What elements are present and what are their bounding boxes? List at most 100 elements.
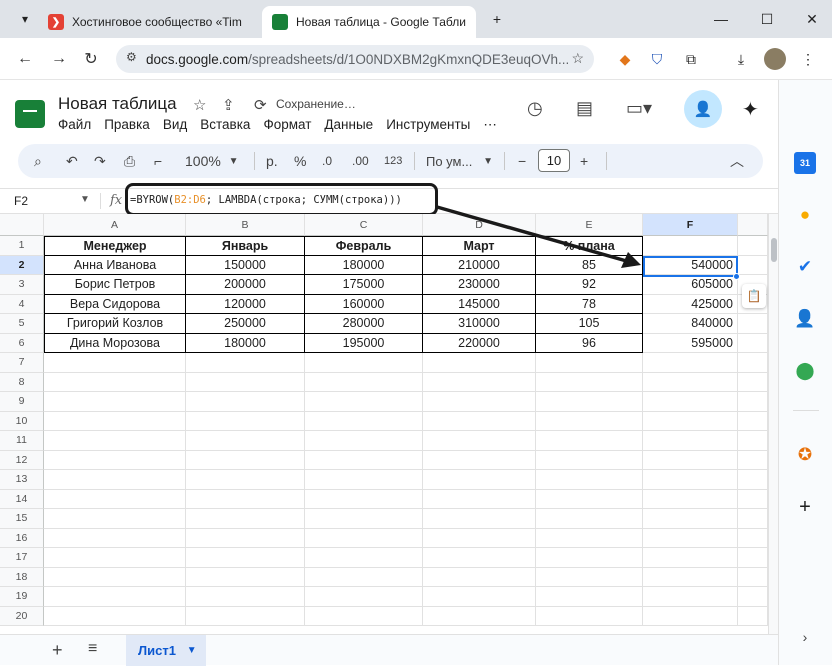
cell-d2[interactable]: 210000 [423,256,536,276]
row-header[interactable]: 7 [0,353,44,373]
cell-c3[interactable]: 175000 [305,275,423,295]
tab-search-icon[interactable]: ▾ [10,8,40,30]
cell-d17[interactable] [423,548,536,568]
cell-f11[interactable] [643,431,738,451]
cell-a10[interactable] [44,412,186,432]
cell-e1[interactable]: % плана [536,236,643,256]
cell-c13[interactable] [305,470,423,490]
version-history-icon[interactable]: ◷ [527,98,543,119]
row-header[interactable]: 17 [0,548,44,568]
cell-b3[interactable]: 200000 [186,275,305,295]
cell-e20[interactable] [536,607,643,627]
column-header-e[interactable]: E [536,214,643,236]
row-header[interactable]: 5 [0,314,44,334]
cell-b13[interactable] [186,470,305,490]
cell-e16[interactable] [536,529,643,549]
cell-a14[interactable] [44,490,186,510]
new-tab-button[interactable]: + [482,8,512,30]
cell-f20[interactable] [643,607,738,627]
name-box[interactable]: F2 [14,194,28,208]
cell[interactable] [738,373,768,393]
row-header[interactable]: 10 [0,412,44,432]
cell-e17[interactable] [536,548,643,568]
chevron-down-icon[interactable]: ▼ [80,194,90,205]
select-all-corner[interactable] [0,214,44,236]
cell[interactable] [738,431,768,451]
cell-f14[interactable] [643,490,738,510]
cell-d16[interactable] [423,529,536,549]
cell-a17[interactable] [44,548,186,568]
row-header[interactable]: 18 [0,568,44,588]
browser-tab[interactable]: ❯ Хостинговое сообщество «Tim [38,6,258,38]
column-header-a[interactable]: A [44,214,186,236]
row-header[interactable]: 11 [0,431,44,451]
collapse-toolbar-icon[interactable]: ︿ [730,152,744,170]
cell-b1[interactable]: Январь [186,236,305,256]
cell[interactable] [738,470,768,490]
cell-f4[interactable]: 425000 [643,295,738,315]
cell-c17[interactable] [305,548,423,568]
cell-a20[interactable] [44,607,186,627]
cell-a1[interactable]: Менеджер [44,236,186,256]
share-button[interactable]: 👤 [684,90,722,128]
cell-c20[interactable] [305,607,423,627]
cell-a6[interactable]: Дина Морозова [44,334,186,354]
metamask-extension-icon[interactable]: ◆ [614,48,636,70]
row-header[interactable]: 13 [0,470,44,490]
site-info-icon[interactable]: ⚙ [126,50,137,64]
cell-f13[interactable] [643,470,738,490]
cell-f6[interactable]: 595000 [643,334,738,354]
bookmark-star-icon[interactable]: ☆ [571,50,584,67]
cell[interactable] [738,548,768,568]
cell-a15[interactable] [44,509,186,529]
cell-e15[interactable] [536,509,643,529]
row-header[interactable]: 3 [0,275,44,295]
star-icon[interactable]: ☆ [193,96,206,114]
shield-extension-icon[interactable]: ⛉ [646,48,668,70]
menu-file[interactable]: Файл [58,117,91,133]
minimize-button[interactable]: — [706,8,736,30]
cell-e19[interactable] [536,587,643,607]
cell-b9[interactable] [186,392,305,412]
column-header-d[interactable]: D [423,214,536,236]
document-title[interactable]: Новая таблица [58,94,177,114]
cell-e11[interactable] [536,431,643,451]
cell[interactable] [738,607,768,627]
cell-e2[interactable]: 85 [536,256,643,276]
cell-a7[interactable] [44,353,186,373]
cell-d15[interactable] [423,509,536,529]
currency-format-button[interactable]: р. [266,152,278,170]
row-header[interactable]: 14 [0,490,44,510]
cell-e7[interactable] [536,353,643,373]
cell-e5[interactable]: 105 [536,314,643,334]
cell-b6[interactable]: 180000 [186,334,305,354]
row-header[interactable]: 8 [0,373,44,393]
increase-font-size-button[interactable]: + [580,152,588,170]
cell-b5[interactable]: 250000 [186,314,305,334]
cell-f1[interactable] [643,236,738,256]
cell-a8[interactable] [44,373,186,393]
cell-b8[interactable] [186,373,305,393]
download-icon[interactable]: ⤓ [730,48,752,70]
close-window-button[interactable]: ✕ [797,8,827,30]
cell[interactable] [738,568,768,588]
cell-f12[interactable] [643,451,738,471]
move-folder-icon[interactable]: ⇪ [222,96,235,114]
cell-f3[interactable]: 605000 [643,275,738,295]
cell[interactable] [738,314,768,334]
cell-e9[interactable] [536,392,643,412]
row-header[interactable]: 9 [0,392,44,412]
cell-c6[interactable]: 195000 [305,334,423,354]
keep-icon[interactable]: ● [794,204,816,226]
address-bar[interactable]: ⚙ docs.google.com/spreadsheets/d/1O0NDXB… [116,45,594,73]
menu-more-icon[interactable]: ⋯ [483,117,497,133]
cell-e6[interactable]: 96 [536,334,643,354]
cell-a11[interactable] [44,431,186,451]
cell-d9[interactable] [423,392,536,412]
cell-f8[interactable] [643,373,738,393]
cell-d11[interactable] [423,431,536,451]
cell-b2[interactable]: 150000 [186,256,305,276]
cell-c19[interactable] [305,587,423,607]
font-select[interactable]: По ум... ▼ [426,152,493,170]
cell-a18[interactable] [44,568,186,588]
